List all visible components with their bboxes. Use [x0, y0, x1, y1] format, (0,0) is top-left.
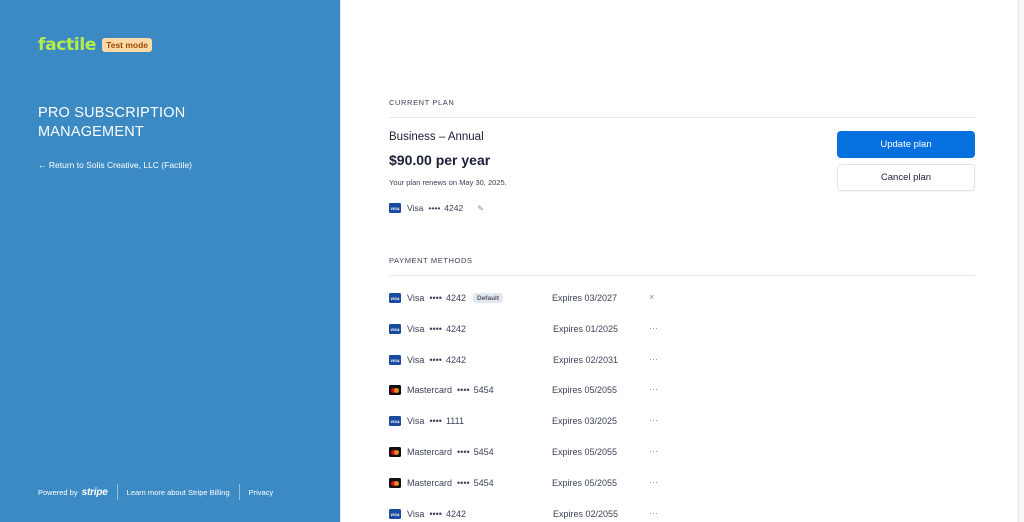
card-last4: 5454 [473, 447, 494, 457]
sidebar-footer: Powered by stripe Learn more about Strip… [38, 484, 273, 500]
visa-icon: VISA [389, 416, 401, 426]
main-panel: CURRENT PLAN Business – Annual $90.00 pe… [340, 0, 1024, 522]
plan-name: Business – Annual [389, 131, 484, 143]
payment-method-row[interactable]: VISA Visa •••• 4242 [389, 321, 689, 337]
test-mode-badge: Test mode [102, 38, 153, 52]
card-brand: Visa [407, 509, 425, 519]
payment-method-row[interactable]: Mastercard •••• 5454 [389, 475, 689, 491]
default-badge: Default [473, 293, 504, 303]
powered-by[interactable]: Powered by stripe [38, 487, 108, 498]
pencil-icon[interactable]: ✎ [477, 204, 484, 213]
card-dots: •••• [457, 478, 470, 488]
current-plan-title: CURRENT PLAN [389, 98, 455, 107]
more-options-icon[interactable]: ··· [649, 323, 658, 333]
payment-method-row[interactable]: Mastercard •••• 5454 [389, 382, 689, 398]
visa-icon: VISA [389, 509, 401, 519]
card-dots: •••• [429, 416, 442, 426]
page-heading: PRO SUBSCRIPTION MANAGEMENT [38, 105, 186, 140]
card-last4: 5454 [473, 385, 494, 395]
payment-method-row[interactable]: VISA Visa •••• 4242 Default [389, 290, 689, 306]
card-expiry: Expires 02/2055 [553, 509, 619, 519]
card-brand: Visa [407, 416, 425, 426]
card-expiry: Expires 05/2055 [552, 478, 618, 488]
return-link[interactable]: ← Return to Solis Creative, LLC (Factile… [38, 160, 192, 170]
card-expiry: Expires 05/2055 [552, 447, 618, 457]
section-divider [389, 275, 975, 276]
payment-method-row[interactable]: VISA Visa •••• 4242 [389, 352, 689, 368]
card-dots: •••• [429, 509, 442, 519]
remove-icon[interactable]: × [649, 292, 654, 302]
card-last4: 5454 [473, 478, 494, 488]
cancel-plan-button[interactable]: Cancel plan [837, 164, 975, 191]
brand: factile Test mode [38, 35, 153, 55]
card-dots: •••• [457, 385, 470, 395]
update-plan-button[interactable]: Update plan [837, 131, 975, 158]
card-expiry: Expires 03/2027 [552, 293, 618, 303]
more-options-icon[interactable]: ··· [649, 415, 658, 425]
visa-icon: VISA [389, 324, 401, 334]
stripe-logo: stripe [81, 486, 108, 498]
card-dots: •••• [429, 293, 442, 303]
card-brand: Mastercard [407, 385, 453, 395]
card-expiry: Expires 05/2055 [552, 385, 618, 395]
payment-method-row[interactable]: VISA Visa •••• 4242 [389, 506, 689, 522]
visa-icon: VISA [389, 355, 401, 365]
card-dots: •••• [428, 203, 441, 213]
powered-by-label: Powered by [38, 487, 78, 497]
plan-price: $90.00 per year [389, 152, 491, 168]
card-brand: Mastercard [407, 478, 453, 488]
payment-method-row[interactable]: VISA Visa •••• 1111 [389, 413, 689, 429]
card-last4: 4242 [445, 509, 466, 519]
section-divider [389, 117, 975, 118]
visa-icon: VISA [389, 203, 401, 213]
footer-divider [116, 484, 118, 500]
plan-payment-card: VISA Visa •••• 4242 ✎ [389, 203, 484, 213]
privacy-link[interactable]: Privacy [249, 488, 274, 497]
plan-renewal-text: Your plan renews on May 30, 2025. [389, 178, 507, 187]
learn-more-link[interactable]: Learn more about Stripe Billing [127, 488, 230, 497]
payment-methods-title: PAYMENT METHODS [389, 256, 473, 265]
card-expiry: Expires 03/2025 [552, 416, 618, 426]
card-dots: •••• [457, 447, 470, 457]
card-brand: Visa [407, 355, 425, 365]
scrollbar-track[interactable] [1018, 0, 1024, 522]
card-expiry: Expires 01/2025 [553, 324, 619, 334]
card-brand: Mastercard [407, 447, 453, 457]
sidebar: factile Test mode PRO SUBSCRIPTION MANAG… [0, 0, 340, 522]
more-options-icon[interactable]: ··· [649, 446, 658, 456]
card-last4: 4242 [445, 293, 466, 303]
visa-icon: VISA [389, 293, 401, 303]
more-options-icon[interactable]: ··· [649, 384, 658, 394]
card-last4: 1111 [445, 416, 464, 426]
more-options-icon[interactable]: ··· [649, 354, 658, 364]
card-last4: 4242 [445, 355, 466, 365]
card-brand: Visa [407, 324, 425, 334]
mastercard-icon [389, 385, 401, 395]
footer-divider [238, 484, 240, 500]
more-options-icon[interactable]: ··· [649, 477, 658, 487]
more-options-icon[interactable]: ··· [649, 508, 658, 518]
factile-logo[interactable]: factile [38, 35, 96, 55]
card-last4: 4242 [444, 203, 464, 213]
card-expiry: Expires 02/2031 [553, 355, 619, 365]
card-last4: 4242 [445, 324, 466, 334]
card-brand: Visa [407, 293, 425, 303]
mastercard-icon [389, 478, 401, 488]
card-brand: Visa [407, 203, 424, 213]
card-dots: •••• [429, 355, 442, 365]
payment-method-row[interactable]: Mastercard •••• 5454 [389, 444, 689, 460]
mastercard-icon [389, 447, 401, 457]
card-dots: •••• [429, 324, 442, 334]
